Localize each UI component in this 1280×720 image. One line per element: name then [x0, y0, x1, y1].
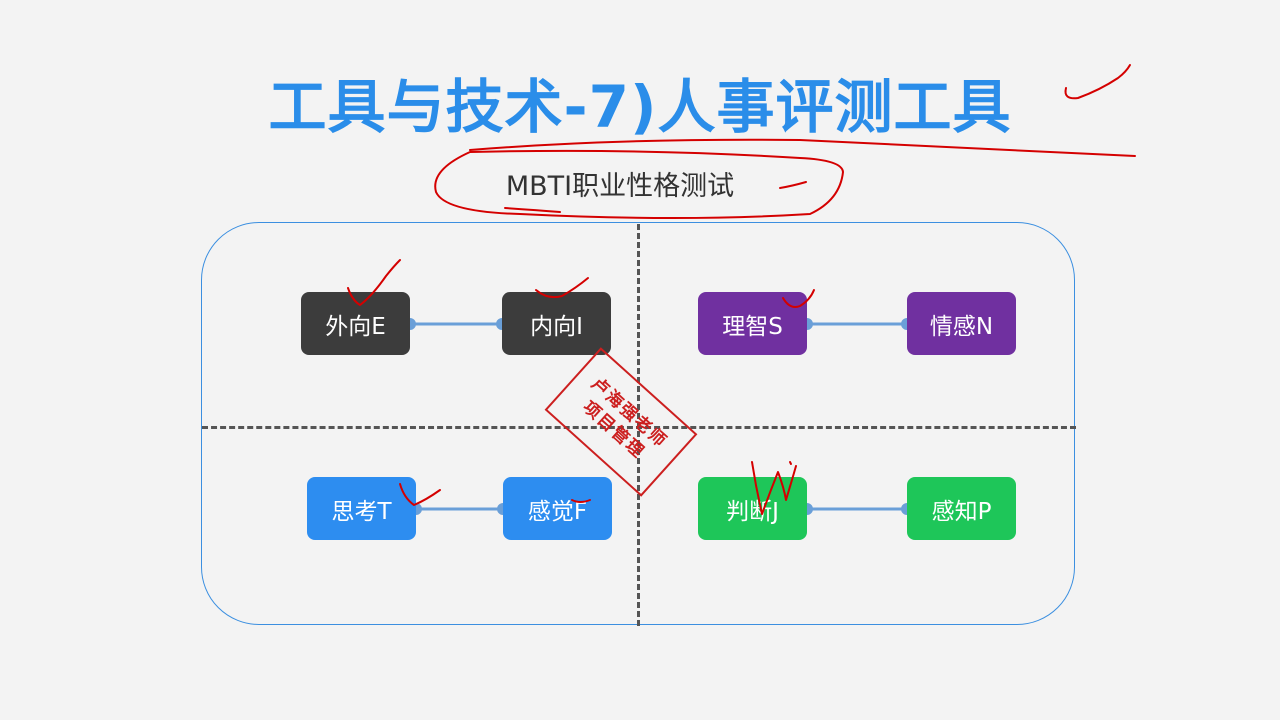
- title-underline: [469, 138, 1136, 157]
- slide: 工具与技术-7)人事评测工具 MBTI职业性格测试 外向E 内向I 理智S 情感…: [0, 0, 1280, 720]
- check-mark: [347, 259, 401, 306]
- check-mark: [571, 499, 591, 503]
- dot-mark: [789, 461, 792, 465]
- check-mark: [751, 461, 797, 515]
- handwritten-annotations: [347, 64, 1136, 515]
- subtitle-underline: [504, 207, 561, 213]
- subtitle-mark: [779, 181, 807, 189]
- check-mark: [782, 289, 815, 308]
- check-mark: [535, 277, 589, 299]
- check-mark: [1064, 64, 1131, 100]
- subtitle-circle: [434, 149, 844, 219]
- check-mark: [399, 483, 441, 506]
